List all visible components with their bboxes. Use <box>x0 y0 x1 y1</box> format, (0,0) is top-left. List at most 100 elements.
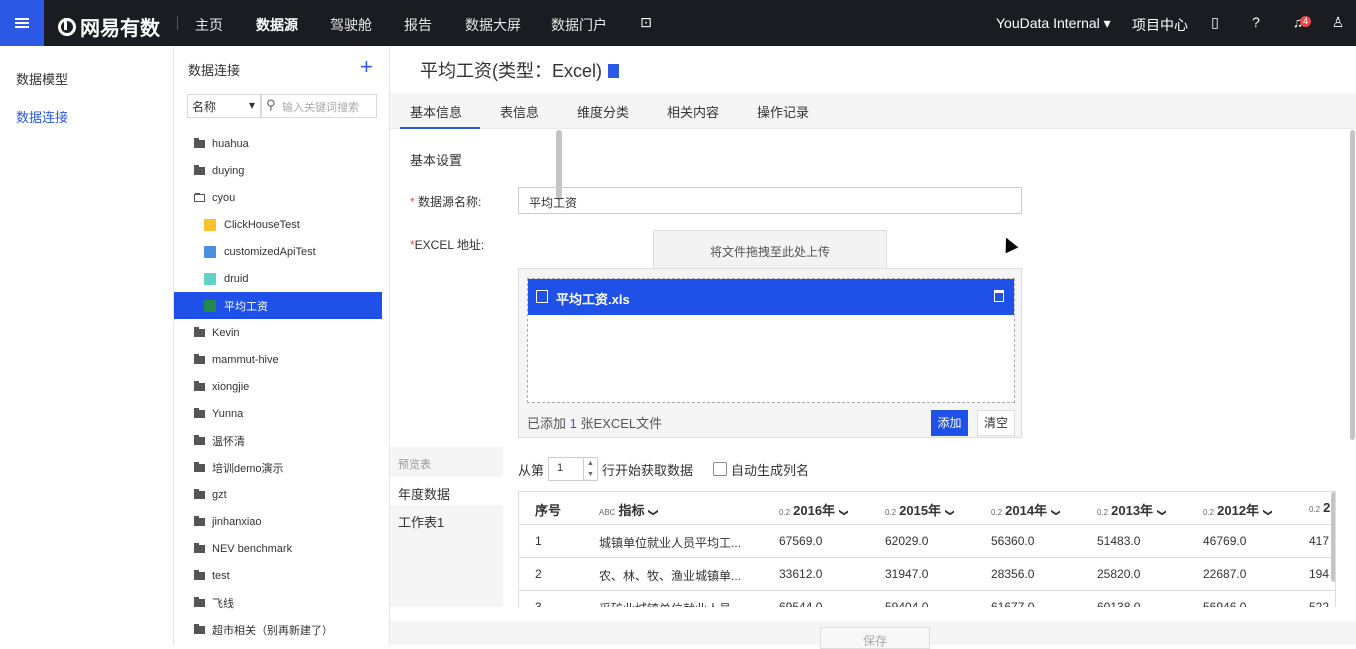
folder-icon <box>194 488 205 499</box>
auto-column-checkbox[interactable] <box>713 462 728 476</box>
table-cell: 46769.0 <box>1203 534 1247 548</box>
tree-item[interactable]: duying <box>174 157 382 184</box>
tab-related[interactable]: 相关内容 <box>667 102 719 121</box>
table-cell: 522 <box>1309 600 1330 607</box>
active-tab-indicator <box>400 127 480 129</box>
tree-item-label: test <box>212 569 230 582</box>
tree-item[interactable]: druid <box>174 265 382 292</box>
tree-item[interactable]: jinhanxiao <box>174 508 382 535</box>
preview-grid: 序号ABC指标❯0.22016年❯0.22015年❯0.22014年❯0.220… <box>518 491 1336 607</box>
chevron-down-icon[interactable]: ❯ <box>648 508 658 516</box>
grid-scrollbar[interactable] <box>1331 492 1335 582</box>
org-switcher[interactable]: YouData Internal ▾ <box>996 15 1111 32</box>
folder-icon <box>194 164 205 175</box>
tree-item-label: 飞线 <box>212 597 234 610</box>
tree-item[interactable]: customizedApiTest <box>174 238 382 265</box>
chevron-down-icon[interactable]: ❯ <box>839 508 849 516</box>
help-icon[interactable]: ? <box>1247 14 1265 32</box>
column-type-icon: 0.2 <box>991 508 1003 517</box>
tree-item[interactable]: 温怀清 <box>174 427 382 454</box>
sheet-item[interactable]: 工作表1 <box>390 505 503 533</box>
chevron-down-icon[interactable]: ❯ <box>945 508 955 516</box>
tree-item[interactable]: huahua <box>174 130 382 157</box>
page-title: 平均工资(类型：Excel) <box>420 57 620 83</box>
leftnav-data-connection[interactable]: 数据连接 <box>16 107 68 126</box>
tab-operation-log[interactable]: 操作记录 <box>757 102 809 121</box>
notification-badge: 4 <box>1300 16 1311 27</box>
stepper-arrows-icon[interactable]: ▲ ▼ <box>583 458 597 480</box>
folder-icon <box>194 569 205 580</box>
leftnav-data-model[interactable]: 数据模型 <box>16 69 68 88</box>
table-cell: 62029.0 <box>885 534 929 548</box>
chevron-down-icon[interactable]: ❯ <box>1051 508 1061 516</box>
column-header[interactable]: 0.22016年❯ <box>779 500 848 519</box>
tree-item[interactable]: 超市相关（别再新建了） <box>174 616 382 643</box>
nav-divider <box>177 16 178 30</box>
tab-dimension[interactable]: 维度分类 <box>577 102 629 121</box>
upload-dropzone-tab[interactable]: 将文件拖拽至此处上传 <box>653 230 887 269</box>
column-header[interactable]: 0.22013年❯ <box>1097 500 1166 519</box>
tree-item[interactable]: NEV benchmark <box>174 535 382 562</box>
tree-item-label: jinhanxiao <box>212 515 262 528</box>
tree-item[interactable]: mammut-hive <box>174 346 382 373</box>
column-header[interactable]: 0.22012年❯ <box>1203 500 1272 519</box>
menu-icon[interactable] <box>0 0 44 46</box>
fullscreen-icon[interactable]: ⊡ <box>637 14 655 32</box>
add-connection-button[interactable]: + <box>360 54 373 80</box>
table-cell: 417 <box>1309 534 1330 548</box>
user-icon[interactable]: ♙ <box>1329 14 1347 32</box>
column-header[interactable]: 序号 <box>535 500 561 519</box>
chevron-down-icon[interactable]: ❯ <box>1263 508 1273 516</box>
folder-icon <box>194 407 205 418</box>
tree-item[interactable]: gzt <box>174 481 382 508</box>
search-field-select[interactable]: 名称 ▾ <box>187 94 261 118</box>
column-header[interactable]: 0.22014年❯ <box>991 500 1060 519</box>
tree-item[interactable]: 平均工资 <box>174 292 382 319</box>
name-label: * 数据源名称: <box>410 195 482 209</box>
footer-bar: 保存 <box>390 621 1356 649</box>
tree-item[interactable]: Yunna <box>174 400 382 427</box>
tree-search-input[interactable]: ⚲ 输入关键词搜索 <box>261 94 377 118</box>
add-file-button[interactable]: 添加 <box>931 410 968 436</box>
file-row[interactable]: 平均工资.xls <box>528 279 1014 315</box>
chevron-down-icon[interactable]: ❯ <box>1157 508 1167 516</box>
save-button[interactable]: 保存 <box>820 627 930 649</box>
book-icon[interactable]: ▯ <box>1206 14 1224 32</box>
tree-item[interactable]: cyou <box>174 184 382 211</box>
table-cell: 1 <box>535 534 542 548</box>
clickhouse-icon <box>204 218 216 231</box>
tree-item[interactable]: test <box>174 562 382 589</box>
column-header[interactable]: 0.2 2 <box>1309 500 1330 515</box>
tree-item[interactable]: Kevin <box>174 319 382 346</box>
tree-item[interactable]: ClickHouseTest <box>174 211 382 238</box>
tree-item[interactable]: 培训demo演示 <box>174 454 382 481</box>
tree-item[interactable]: 飞线 <box>174 589 382 616</box>
tab-table-info[interactable]: 表信息 <box>500 102 539 121</box>
project-center-link[interactable]: 项目中心 <box>1132 15 1188 35</box>
column-header[interactable]: 0.22015年❯ <box>885 500 954 519</box>
app-logo[interactable]: 网易有数 <box>58 12 160 41</box>
table-cell: 61677.0 <box>991 600 1035 607</box>
file-drop-area[interactable]: 平均工资.xls <box>527 278 1015 403</box>
sheet-item[interactable]: 年度数据 <box>390 477 503 505</box>
datasource-name-input[interactable]: 平均工资 <box>518 187 1022 214</box>
nav-portal[interactable]: 数据门户 <box>551 15 607 35</box>
tab-basic-info[interactable]: 基本信息 <box>410 102 462 121</box>
nav-bigscreen[interactable]: 数据大屏 <box>465 15 521 35</box>
trash-icon[interactable] <box>994 290 1004 302</box>
start-row-stepper[interactable]: 1 ▲ ▼ <box>548 457 599 481</box>
page-scrollbar[interactable] <box>1350 130 1355 440</box>
nav-home[interactable]: 主页 <box>195 15 223 35</box>
nav-report[interactable]: 报告 <box>404 15 432 35</box>
nav-cockpit[interactable]: 驾驶舱 <box>330 15 372 35</box>
nav-datasource[interactable]: 数据源 <box>256 15 298 35</box>
table-cell: 56946.0 <box>1203 600 1247 607</box>
column-header[interactable]: ABC指标❯ <box>599 500 658 519</box>
folder-icon <box>194 596 205 607</box>
table-cell: 51483.0 <box>1097 534 1141 548</box>
document-icon[interactable] <box>608 64 620 78</box>
search-icon: ⚲ <box>266 97 276 112</box>
table-cell: 56360.0 <box>991 534 1035 548</box>
clear-files-button[interactable]: 清空 <box>977 410 1015 436</box>
tree-item[interactable]: xiongjie <box>174 373 382 400</box>
